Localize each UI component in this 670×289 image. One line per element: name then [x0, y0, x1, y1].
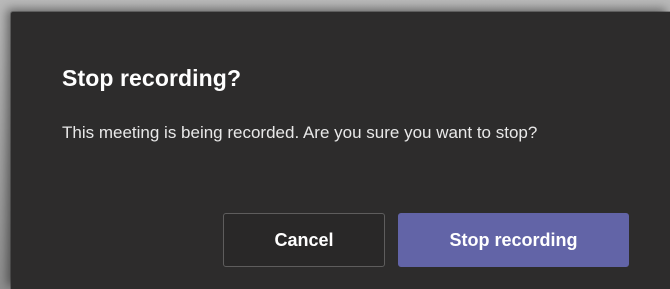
dialog-title: Stop recording?	[62, 65, 242, 91]
stop-recording-dialog: Stop recording? This meeting is being re…	[11, 12, 670, 289]
cancel-button[interactable]: Cancel	[223, 213, 385, 267]
dialog-message: This meeting is being recorded. Are you …	[62, 123, 538, 142]
stop-recording-button[interactable]: Stop recording	[398, 213, 629, 267]
